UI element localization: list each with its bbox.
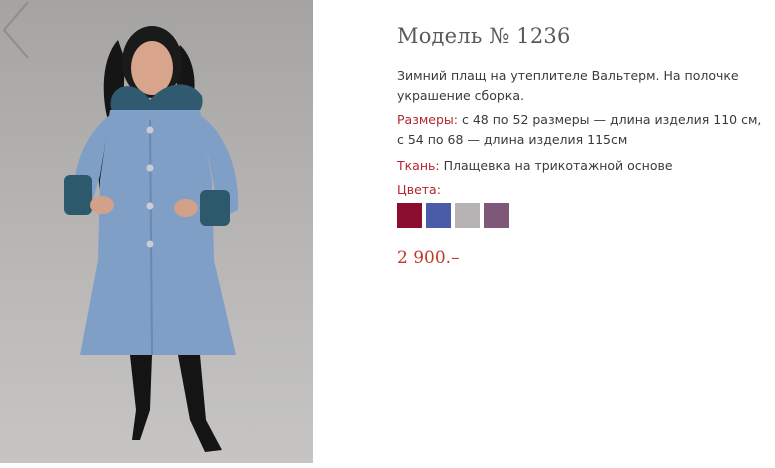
fabric-value: Плащевка на трикотажной основе [443, 158, 673, 173]
sizes-label: Размеры: [397, 112, 458, 127]
sizes-row: Размеры: с 48 по 52 размеры — длина изде… [397, 110, 767, 150]
color-swatch-burgundy[interactable] [397, 203, 422, 228]
model-in-coat-image [64, 26, 239, 452]
fabric-label: Ткань: [397, 158, 440, 173]
color-swatches [397, 203, 767, 228]
color-swatch-plum[interactable] [484, 203, 509, 228]
chevron-left-icon[interactable] [0, 0, 34, 60]
divider [0, 463, 313, 468]
product-info: Модель № 1236 Зимний плащ на утеплителе … [397, 24, 767, 268]
price: 2 900.– [397, 248, 460, 268]
product-description: Зимний плащ на утеплителе Вальтерм. На п… [397, 68, 739, 103]
product-photo [0, 0, 313, 463]
product-title: Модель № 1236 [397, 24, 571, 48]
color-swatch-grey[interactable] [455, 203, 480, 228]
fabric-row: Ткань: Плащевка на трикотажной основе [397, 156, 767, 176]
colors-label: Цвета: [397, 182, 441, 197]
color-swatch-blue[interactable] [426, 203, 451, 228]
